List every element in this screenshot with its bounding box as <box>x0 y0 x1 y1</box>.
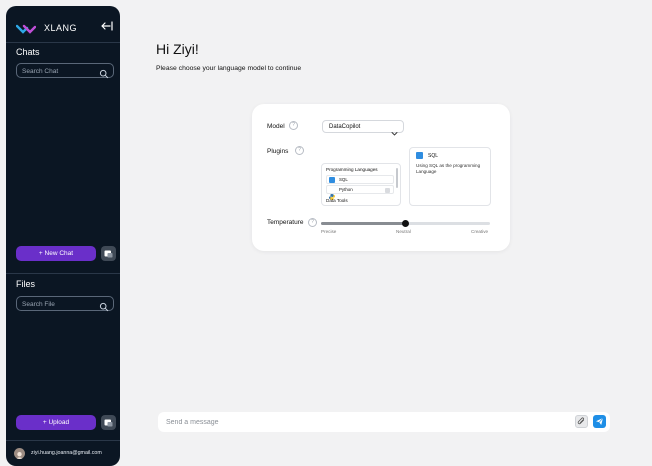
files-title: Files <box>16 279 36 289</box>
database-icon <box>416 152 423 159</box>
temperature-slider-fill <box>321 222 406 225</box>
plugin-item-python[interactable]: Python <box>326 185 394 200</box>
collapse-sidebar-icon[interactable] <box>100 19 114 33</box>
search-icon[interactable] <box>99 299 109 312</box>
brand-name: XLANG <box>44 23 78 33</box>
scrollbar[interactable] <box>396 168 398 188</box>
plugin-description-box: SQL Using SQL as the programming Languag… <box>409 147 491 206</box>
model-settings-card: Model ? DataCopilot Plugins ? Programmin… <box>252 104 510 251</box>
plugins-label: Plugins <box>267 148 289 155</box>
plugin-description-text: Using SQL as the programming Language <box>416 163 481 174</box>
divider <box>6 440 120 441</box>
model-selected-value: DataCopilot <box>329 124 361 130</box>
model-select[interactable]: DataCopilot <box>322 120 404 136</box>
logo-icon <box>15 22 37 34</box>
divider <box>6 42 120 43</box>
app-window: XLANG Chats + New Chat <box>0 0 652 466</box>
database-icon <box>329 176 335 183</box>
divider <box>6 273 120 274</box>
user-profile[interactable]: ziyi.huang.joanna@gmail.com <box>14 446 118 460</box>
temperature-slider-handle[interactable] <box>402 220 409 227</box>
avatar <box>14 447 25 459</box>
file-folder-button[interactable] <box>101 415 116 430</box>
temperature-slider[interactable] <box>321 220 490 227</box>
plugins-help-icon[interactable]: ? <box>295 146 304 155</box>
message-input[interactable] <box>166 416 546 428</box>
plugin-group-title: Programming Languages <box>326 167 378 172</box>
page-subtitle: Please choose your language model to con… <box>156 65 302 72</box>
temperature-help-icon[interactable]: ? <box>308 218 317 227</box>
upload-button[interactable]: + Upload <box>16 415 96 430</box>
plugin-description-title: SQL <box>428 153 439 159</box>
sidebar: XLANG Chats + New Chat <box>6 6 120 466</box>
chat-folder-button[interactable] <box>101 246 116 261</box>
plugin-group-title: Data Tools <box>326 198 348 203</box>
plugins-list[interactable]: Programming Languages SQL Python Data To… <box>321 163 401 206</box>
search-chat-field <box>16 63 114 79</box>
search-file-field <box>16 296 114 312</box>
plugin-name: Python <box>339 187 353 192</box>
python-icon <box>329 187 335 200</box>
plugin-name: SQL <box>339 177 348 182</box>
search-file-input[interactable] <box>22 299 97 309</box>
user-email: ziyi.huang.joanna@gmail.com <box>31 450 102 456</box>
temperature-tick-precise: Precise <box>321 229 337 234</box>
folder-icon <box>104 250 113 258</box>
plugin-checkbox[interactable] <box>385 187 390 193</box>
attach-button[interactable] <box>575 415 588 428</box>
chevron-down-icon <box>391 124 398 136</box>
plugin-item-sql[interactable]: SQL <box>326 175 394 184</box>
search-chat-input[interactable] <box>22 66 97 76</box>
send-icon <box>596 417 604 425</box>
paperclip-icon <box>577 417 584 425</box>
message-composer <box>158 412 610 432</box>
send-button[interactable] <box>593 415 606 428</box>
search-icon[interactable] <box>99 66 109 79</box>
model-help-icon[interactable]: ? <box>289 121 298 130</box>
model-label: Model <box>267 123 285 130</box>
page-title: Hi Ziyi! <box>156 41 199 57</box>
new-chat-button[interactable]: + New Chat <box>16 246 96 261</box>
folder-icon <box>104 419 113 427</box>
temperature-label: Temperature <box>267 219 304 226</box>
temperature-tick-creative: Creative <box>471 229 489 234</box>
temperature-tick-neutral: Neutral <box>396 229 411 234</box>
chats-title: Chats <box>16 47 40 57</box>
